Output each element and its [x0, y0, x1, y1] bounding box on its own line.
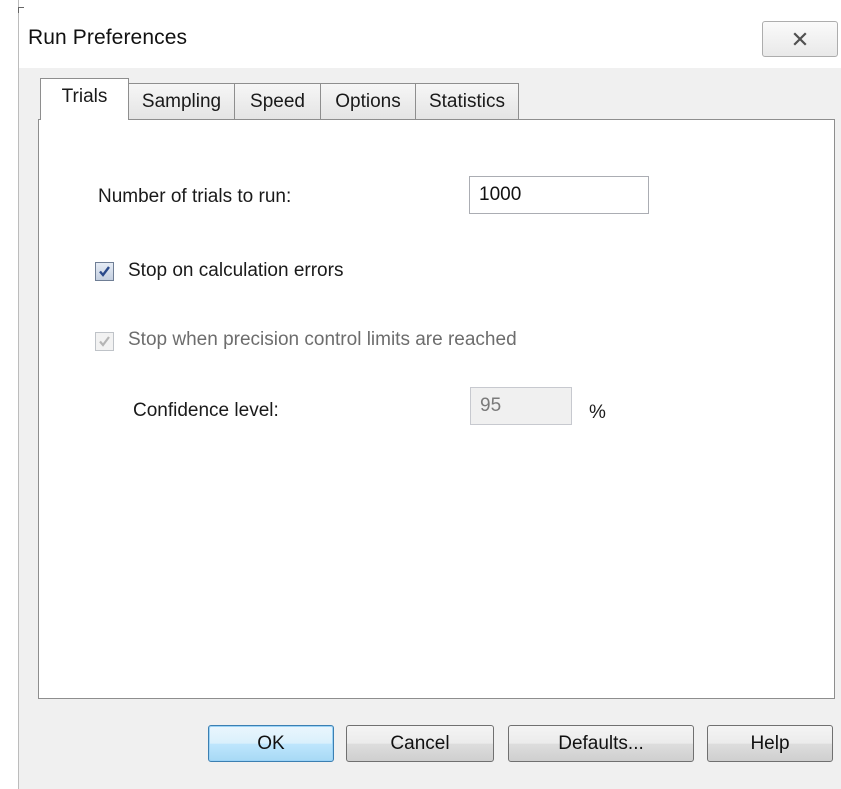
stop-on-precision-checkbox[interactable]: [95, 332, 114, 351]
num-trials-input[interactable]: 1000: [469, 176, 649, 214]
stop-on-errors-label: Stop on calculation errors: [128, 260, 344, 281]
cancel-button[interactable]: Cancel: [346, 725, 494, 762]
tab-speed[interactable]: Speed: [234, 83, 321, 120]
help-button[interactable]: Help: [707, 725, 833, 762]
tab-strip: Trials Sampling Speed Options Statistics: [40, 78, 519, 120]
tab-sampling[interactable]: Sampling: [128, 83, 235, 120]
close-x-icon: [793, 32, 807, 46]
checkmark-icon: [99, 266, 110, 277]
dialog-title: Run Preferences: [28, 26, 188, 49]
stop-on-precision-label: Stop when precision control limits are r…: [128, 329, 517, 350]
trials-tab-panel: Number of trials to run: 1000 Stop on ca…: [38, 119, 835, 699]
defaults-button[interactable]: Defaults...: [508, 725, 694, 762]
tab-statistics[interactable]: Statistics: [415, 83, 519, 120]
tab-options[interactable]: Options: [320, 83, 416, 120]
checkmark-icon: [99, 336, 110, 347]
confidence-level-label: Confidence level:: [133, 400, 279, 421]
close-button[interactable]: [762, 21, 838, 57]
window-corner-mark: [18, 7, 24, 13]
tab-trials[interactable]: Trials: [40, 78, 129, 120]
num-trials-label: Number of trials to run:: [98, 186, 292, 207]
confidence-level-input[interactable]: 95: [470, 387, 572, 425]
stop-on-errors-checkbox[interactable]: [95, 262, 114, 281]
confidence-unit-label: %: [589, 402, 606, 423]
ok-button[interactable]: OK: [208, 725, 334, 762]
